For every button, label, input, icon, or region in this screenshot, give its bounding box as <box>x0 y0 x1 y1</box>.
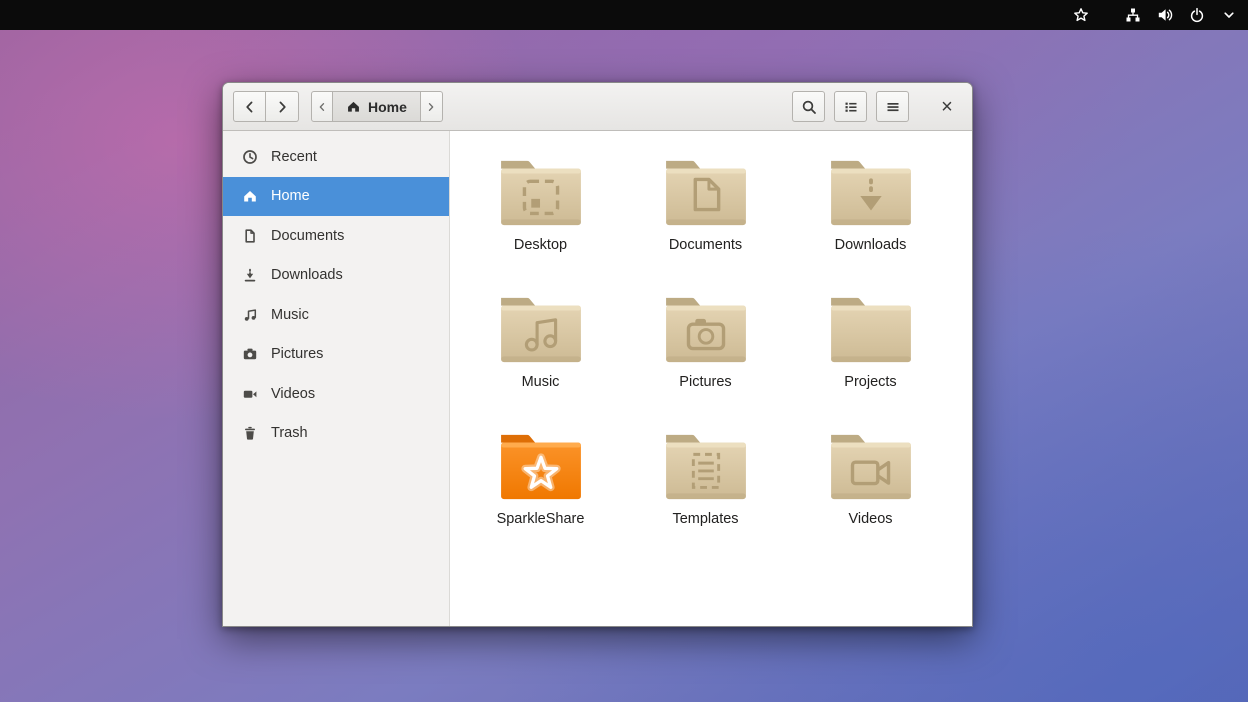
chevron-right-icon <box>274 99 290 115</box>
home-icon <box>346 99 361 114</box>
sidebar-item-recent[interactable]: Recent <box>223 137 449 177</box>
sidebar-item-home[interactable]: Home <box>223 177 449 217</box>
folder-icon <box>659 431 753 505</box>
folder-icon <box>824 431 918 505</box>
folder-icon <box>824 294 918 368</box>
top-bar <box>0 0 1248 30</box>
camera-icon <box>242 346 258 362</box>
sidebar-item-label: Music <box>271 307 309 323</box>
folder-music[interactable]: Music <box>458 294 623 431</box>
folder-icon <box>494 294 588 368</box>
folder-projects[interactable]: Projects <box>788 294 953 431</box>
system-status-area <box>1072 6 1238 24</box>
files-window: Home <box>222 82 973 627</box>
music-note-icon <box>242 307 258 323</box>
folder-desktop[interactable]: Desktop <box>458 157 623 294</box>
sidebar-item-pictures[interactable]: Pictures <box>223 335 449 375</box>
sidebar-item-label: Videos <box>271 386 315 402</box>
folder-label: Templates <box>672 511 738 527</box>
places-sidebar: Recent Home Documents Downloads Music Pi… <box>223 131 450 626</box>
folder-downloads[interactable]: Downloads <box>788 157 953 294</box>
sidebar-item-label: Documents <box>271 228 344 244</box>
folder-label: SparkleShare <box>497 511 585 527</box>
menu-button[interactable] <box>876 91 909 122</box>
path-next-button[interactable] <box>421 91 443 122</box>
path-segment-home[interactable]: Home <box>333 91 421 122</box>
favorites-star-icon[interactable] <box>1072 6 1090 24</box>
forward-button[interactable] <box>266 91 299 122</box>
sidebar-item-downloads[interactable]: Downloads <box>223 256 449 296</box>
sidebar-item-music[interactable]: Music <box>223 295 449 335</box>
sidebar-item-label: Pictures <box>271 346 323 362</box>
sidebar-item-documents[interactable]: Documents <box>223 216 449 256</box>
chevron-left-icon <box>242 99 258 115</box>
window-headerbar[interactable]: Home <box>223 83 972 131</box>
folder-label: Pictures <box>679 374 731 390</box>
sidebar-item-label: Recent <box>271 149 317 165</box>
path-bar: Home <box>311 91 443 122</box>
view-toggle-button[interactable] <box>834 91 867 122</box>
folder-pictures[interactable]: Pictures <box>623 294 788 431</box>
sidebar-item-trash[interactable]: Trash <box>223 414 449 454</box>
document-icon <box>242 228 258 244</box>
folder-label: Projects <box>844 374 896 390</box>
volume-icon[interactable] <box>1156 6 1174 24</box>
folder-icon <box>824 157 918 231</box>
video-camera-icon <box>242 386 258 402</box>
back-button[interactable] <box>233 91 266 122</box>
folder-label: Videos <box>848 511 892 527</box>
folder-label: Music <box>522 374 560 390</box>
file-view-canvas: Desktop Documents Downloads Music Pictur <box>450 131 972 626</box>
chevron-right-icon <box>425 101 437 113</box>
folder-videos[interactable]: Videos <box>788 431 953 568</box>
sidebar-item-label: Home <box>271 188 310 204</box>
chevron-down-icon[interactable] <box>1220 6 1238 24</box>
folder-label: Documents <box>669 237 742 253</box>
download-arrow-icon <box>242 267 258 283</box>
folder-icon-orange-star <box>494 431 588 505</box>
list-view-icon <box>843 99 859 115</box>
folder-label: Desktop <box>514 237 567 253</box>
recent-clock-icon <box>242 149 258 165</box>
folder-sparkleshare[interactable]: SparkleShare <box>458 431 623 568</box>
folder-icon <box>494 157 588 231</box>
headerbar-actions: × <box>792 91 960 122</box>
folder-icon <box>659 294 753 368</box>
file-grid: Desktop Documents Downloads Music Pictur <box>450 131 972 568</box>
power-icon[interactable] <box>1188 6 1206 24</box>
search-button[interactable] <box>792 91 825 122</box>
history-nav-group <box>233 91 299 122</box>
chevron-left-icon <box>316 101 328 113</box>
search-icon <box>801 99 817 115</box>
sidebar-item-label: Downloads <box>271 267 343 283</box>
close-button[interactable]: × <box>934 92 960 122</box>
network-workgroup-icon[interactable] <box>1124 6 1142 24</box>
folder-documents[interactable]: Documents <box>623 157 788 294</box>
folder-templates[interactable]: Templates <box>623 431 788 568</box>
path-home-label: Home <box>368 99 407 115</box>
home-icon <box>242 188 258 204</box>
sidebar-item-label: Trash <box>271 425 308 441</box>
trash-icon <box>242 425 258 441</box>
window-body: Recent Home Documents Downloads Music Pi… <box>223 131 972 626</box>
sidebar-item-videos[interactable]: Videos <box>223 374 449 414</box>
hamburger-icon <box>885 99 901 115</box>
folder-icon <box>659 157 753 231</box>
path-prev-button[interactable] <box>311 91 333 122</box>
folder-label: Downloads <box>835 237 907 253</box>
